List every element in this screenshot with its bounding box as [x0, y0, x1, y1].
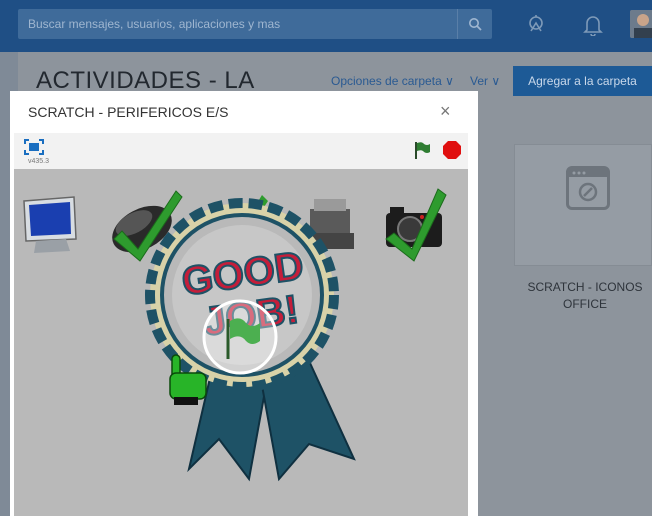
- bell-icon: [583, 16, 603, 36]
- search-bar[interactable]: Buscar mensajes, usuarios, aplicaciones …: [18, 9, 492, 39]
- link-app-icon: [566, 166, 610, 210]
- user-avatar[interactable]: [630, 10, 652, 38]
- apps-button[interactable]: [523, 12, 549, 38]
- search-icon: [469, 18, 482, 31]
- start-overlay-button[interactable]: [202, 299, 278, 375]
- apps-icon: [529, 15, 543, 32]
- green-flag-button[interactable]: [412, 140, 432, 160]
- modal-title: SCRATCH - PERIFERICOS E/S: [28, 104, 229, 120]
- folder-options-link[interactable]: Opciones de carpeta ∨: [331, 74, 454, 88]
- version-label: v435.3: [28, 158, 50, 165]
- stage-canvas: GOOD JOB!: [23, 188, 447, 482]
- search-button[interactable]: [457, 9, 492, 39]
- add-to-folder-button[interactable]: Agregar a la carpeta: [513, 66, 652, 96]
- stop-icon: [443, 141, 461, 159]
- monitor-icon: [23, 196, 77, 253]
- project-modal: SCRATCH - PERIFERICOS E/S × v435.3 GOOD: [10, 91, 478, 516]
- top-navigation-bar: Buscar mensajes, usuarios, aplicaciones …: [0, 0, 652, 52]
- view-link[interactable]: Ver ∨: [470, 74, 500, 88]
- stop-button[interactable]: [442, 140, 462, 160]
- close-button[interactable]: ×: [440, 101, 451, 122]
- card-label: SCRATCH - ICONOS OFFICE: [527, 280, 643, 311]
- project-stage[interactable]: GOOD JOB!: [14, 169, 468, 516]
- fullscreen-button[interactable]: [24, 139, 44, 155]
- fullscreen-icon: [24, 139, 44, 155]
- search-input[interactable]: Buscar mensajes, usuarios, aplicaciones …: [28, 17, 280, 31]
- player-controls: v435.3: [14, 133, 468, 169]
- notifications-button[interactable]: [580, 12, 606, 38]
- green-flag-icon: [415, 142, 430, 159]
- scratch-player: v435.3 GOOD: [14, 133, 468, 516]
- avatar-image: [630, 10, 652, 38]
